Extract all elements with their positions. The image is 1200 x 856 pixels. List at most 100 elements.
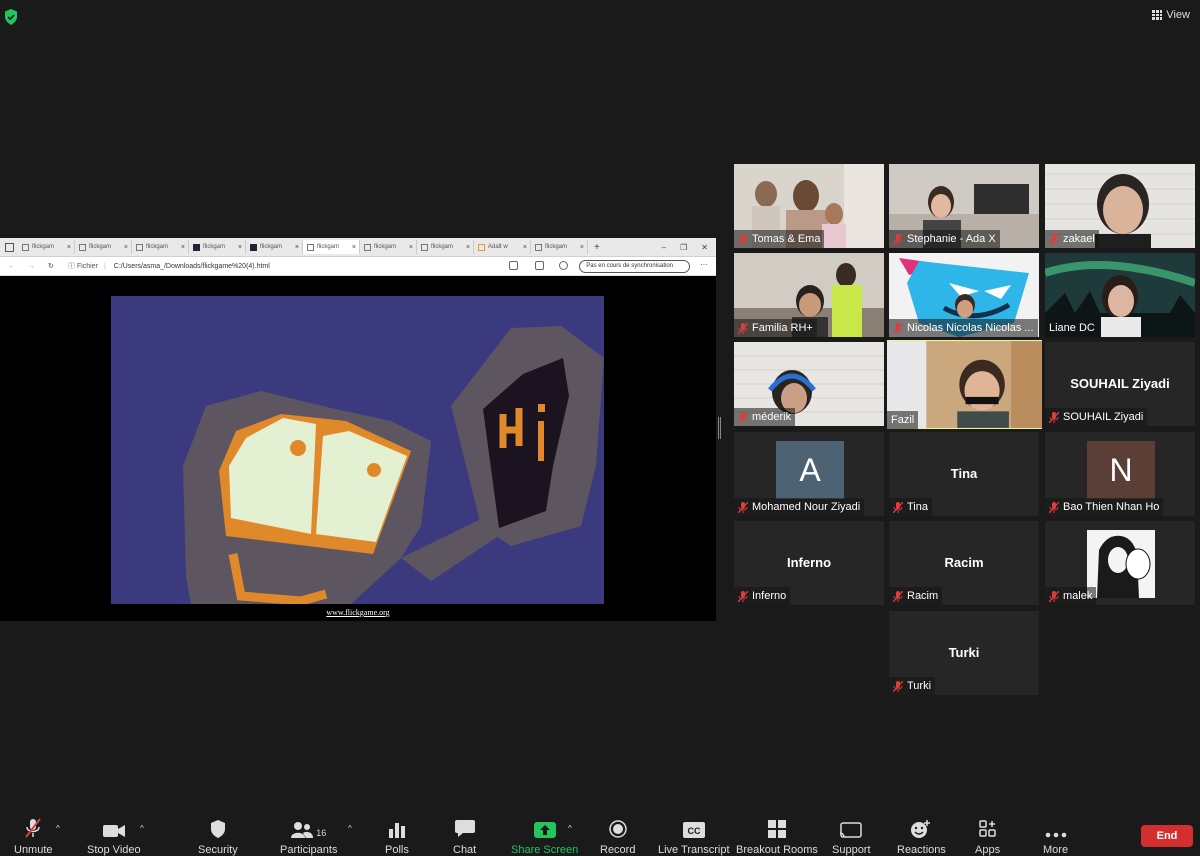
muted-mic-icon	[893, 590, 903, 602]
address-label: Fichier	[76, 263, 98, 270]
favorite-icon[interactable]	[509, 261, 518, 270]
participant-name: Fazil	[891, 414, 915, 426]
participant-name-bar: SOUHAIL Ziyadi	[1045, 408, 1148, 426]
close-icon[interactable]: ×	[181, 244, 185, 251]
participant-tile[interactable]: Nicolas Nicolas Nicolas ...	[889, 253, 1039, 337]
participants-options-chevron-icon[interactable]: ^	[348, 824, 352, 833]
page-icon	[478, 243, 485, 251]
close-icon[interactable]: ×	[67, 244, 71, 251]
polls-button[interactable]: Polls	[385, 818, 409, 856]
breakout-rooms-button[interactable]: Breakout Rooms	[736, 818, 818, 856]
participants-button[interactable]: 16 Participants	[280, 818, 337, 856]
breakout-rooms-icon	[767, 820, 786, 838]
close-window-icon[interactable]: ✕	[701, 243, 708, 252]
close-icon[interactable]: ×	[409, 244, 413, 251]
new-tab-icon[interactable]: +	[594, 242, 600, 253]
participant-tile[interactable]: N Bao Thien Nhan Ho	[1045, 432, 1195, 516]
end-meeting-button[interactable]: End	[1141, 825, 1193, 847]
close-icon[interactable]: ×	[523, 244, 527, 251]
close-icon[interactable]: ×	[238, 244, 242, 251]
participant-name: Tina	[907, 501, 928, 513]
tab-title: flickgam	[431, 244, 454, 250]
more-icon[interactable]: ···	[700, 260, 708, 269]
close-icon[interactable]: ×	[352, 244, 356, 251]
back-icon[interactable]: ←	[8, 263, 20, 270]
active-speaker-tile[interactable]: Fazil	[887, 340, 1042, 429]
audio-options-chevron-icon[interactable]: ^	[56, 824, 60, 833]
restore-icon[interactable]: ❐	[680, 243, 687, 252]
forward-icon[interactable]: →	[28, 263, 40, 270]
support-label: Support	[832, 844, 871, 856]
browser-tab[interactable]: flickgam ×	[189, 240, 246, 254]
participant-tile[interactable]: Turki Turki	[889, 611, 1039, 695]
page-icon	[250, 243, 257, 251]
reactions-button[interactable]: Reactions	[897, 818, 946, 856]
participant-tile[interactable]: méderik	[734, 342, 884, 426]
browser-tab[interactable]: flickgam ×	[531, 240, 588, 254]
sync-status-button[interactable]: Pas en cours de synchronisation	[579, 260, 690, 273]
view-button[interactable]: View	[1152, 9, 1190, 21]
collections-icon[interactable]	[559, 261, 568, 270]
support-button[interactable]: Support	[832, 818, 871, 856]
share-screen-icon	[533, 822, 556, 838]
participant-tile[interactable]: Familia RH+	[734, 253, 884, 337]
polls-label: Polls	[385, 844, 409, 856]
tab-actions-icon[interactable]	[0, 242, 18, 252]
page-icon	[535, 243, 542, 251]
split-view-handle[interactable]	[718, 417, 721, 439]
stop-video-button[interactable]: Stop Video	[87, 818, 141, 856]
muted-mic-icon	[893, 501, 903, 513]
participants-label: Participants	[280, 844, 338, 856]
chat-button[interactable]: Chat	[453, 818, 476, 856]
participant-name: Mohamed Nour Ziyadi	[752, 501, 861, 513]
participant-tile[interactable]: zakael	[1045, 164, 1195, 248]
close-icon[interactable]: ×	[580, 244, 584, 251]
unmute-button[interactable]: Unmute	[14, 818, 53, 856]
browser-tab-active[interactable]: flickgam ×	[303, 240, 360, 254]
participant-tile[interactable]: A Mohamed Nour Ziyadi	[734, 432, 884, 516]
browser-tab[interactable]: flickgam ×	[132, 240, 189, 254]
participant-tile[interactable]: Tomas & Ema	[734, 164, 884, 248]
security-button[interactable]: Security	[198, 818, 238, 856]
page-icon	[136, 243, 143, 251]
participant-tile[interactable]: Liane DC	[1045, 253, 1195, 337]
close-icon[interactable]: ×	[295, 244, 299, 251]
participant-tile[interactable]: Inferno Inferno	[734, 521, 884, 605]
flickgame-link[interactable]: www.flickgame.org	[0, 608, 716, 617]
minimize-icon[interactable]: –	[662, 243, 666, 252]
svg-text:CC: CC	[687, 826, 700, 836]
live-transcript-button[interactable]: CC Live Transcript	[658, 818, 730, 856]
browser-tab[interactable]: flickgam ×	[246, 240, 303, 254]
participant-tile[interactable]: Tina Tina	[889, 432, 1039, 516]
browser-tab[interactable]: flickgam ×	[18, 240, 75, 254]
muted-mic-icon	[25, 818, 42, 838]
participant-tile[interactable]: Stephanie - Ada X	[889, 164, 1039, 248]
record-label: Record	[600, 844, 636, 856]
record-button[interactable]: Record	[600, 818, 635, 856]
favorites-list-icon[interactable]	[535, 261, 544, 270]
video-options-chevron-icon[interactable]: ^	[140, 824, 144, 833]
flickgame-canvas[interactable]	[111, 296, 604, 604]
participant-tile[interactable]: Racim Racim	[889, 521, 1039, 605]
url-field[interactable]: C:/Users/asma_/Downloads/flickgame%20(4)…	[114, 263, 270, 270]
browser-tab[interactable]: flickgam ×	[417, 240, 474, 254]
more-button[interactable]: More	[1043, 818, 1068, 856]
refresh-icon[interactable]: ↻	[48, 262, 60, 270]
share-options-chevron-icon[interactable]: ^	[568, 824, 572, 833]
participant-name-bar: Inferno	[734, 587, 791, 605]
page-icon	[79, 243, 86, 251]
close-icon[interactable]: ×	[466, 244, 470, 251]
file-info-icon[interactable]: ⓘ Fichier	[68, 261, 98, 271]
browser-tab[interactable]: flickgam ×	[75, 240, 132, 254]
participant-tile[interactable]: SOUHAIL Ziyadi SOUHAIL Ziyadi	[1045, 342, 1195, 426]
browser-tab[interactable]: flickgam ×	[360, 240, 417, 254]
apps-button[interactable]: Apps	[975, 818, 1000, 856]
muted-mic-icon	[1049, 411, 1059, 423]
close-icon[interactable]: ×	[124, 244, 128, 251]
browser-tab[interactable]: Adalt w ×	[474, 240, 531, 254]
grid-icon	[1152, 10, 1163, 20]
participant-name-bar: méderik	[734, 408, 796, 426]
encryption-shield-icon[interactable]	[4, 9, 18, 25]
participant-tile[interactable]: malek	[1045, 521, 1195, 605]
page-icon	[307, 243, 314, 251]
